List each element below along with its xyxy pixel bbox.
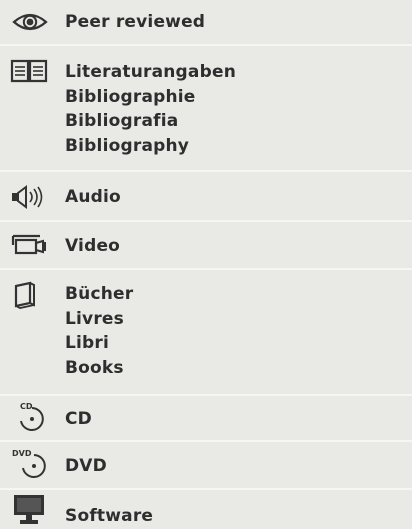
legend-row-peer-reviewed: Peer reviewed xyxy=(0,0,412,44)
legend-label: Libri xyxy=(65,333,110,353)
video-camera-icon xyxy=(10,230,56,260)
legend-row-books: Bücher Livres Libri Books xyxy=(0,268,412,394)
legend-row-bibliography: Literaturangaben Bibliographie Bibliogra… xyxy=(0,44,412,170)
legend-label: Literaturangaben xyxy=(65,62,237,82)
legend-label: Software xyxy=(65,506,154,526)
cd-icon: CD xyxy=(10,401,56,431)
legend-label: Bibliography xyxy=(65,135,190,156)
legend-row-audio: Audio xyxy=(0,170,412,220)
legend-label: Audio xyxy=(65,187,121,207)
dvd-icon: DVD xyxy=(10,448,56,478)
legend-label: Bibliografia xyxy=(65,111,179,131)
book-icon xyxy=(10,280,56,310)
legend-row-video: Video xyxy=(0,220,412,268)
legend-row-dvd: DVD DVD xyxy=(0,440,412,488)
legend-label: Books xyxy=(65,357,124,378)
legend-label: Peer reviewed xyxy=(65,12,206,32)
speaker-icon xyxy=(10,182,56,212)
legend-label: Livres xyxy=(65,308,124,329)
media-type-legend: Peer reviewed Literaturangaben Bibliogra… xyxy=(0,0,412,528)
legend-label: Bibliographie xyxy=(65,86,196,107)
legend-row-cd: CD CD xyxy=(0,394,412,440)
legend-label: CD xyxy=(65,409,92,429)
legend-label: DVD xyxy=(65,456,107,476)
legend-label: Bücher xyxy=(65,284,134,304)
dvd-icon-text: DVD xyxy=(12,449,32,458)
cd-icon-text: CD xyxy=(20,402,33,411)
computer-monitor-icon xyxy=(10,495,56,525)
open-book-icon xyxy=(10,56,56,86)
eye-icon xyxy=(10,7,56,37)
legend-row-software: Software xyxy=(0,488,412,528)
legend-label: Video xyxy=(65,236,121,256)
